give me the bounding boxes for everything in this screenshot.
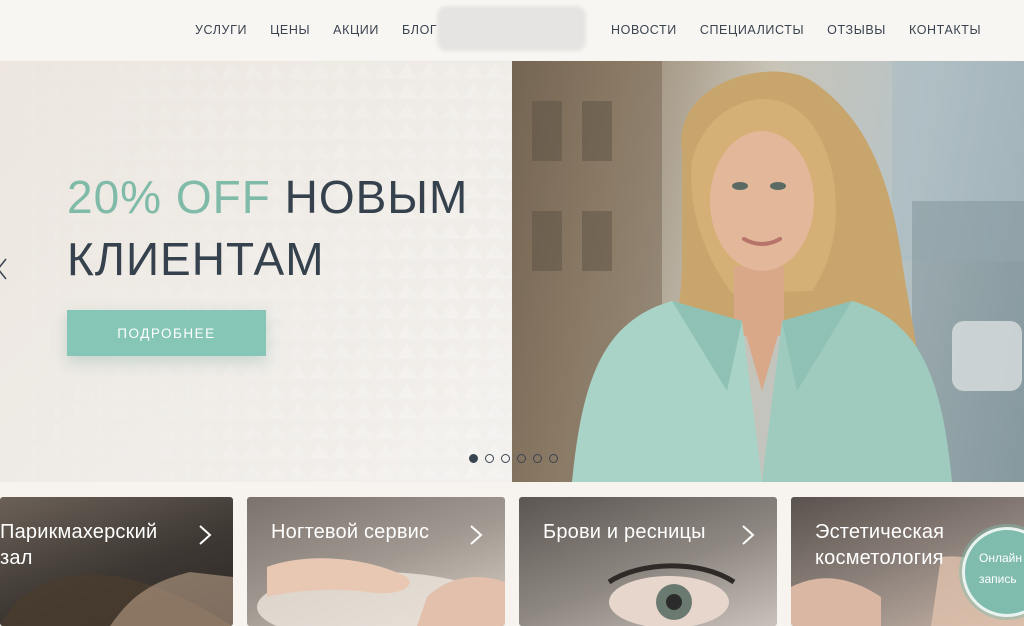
hero-title: 20% OFF НОВЫМ КЛИЕНТАМ (67, 166, 468, 290)
page: УСЛУГИ ЦЕНЫ АКЦИИ БЛОГ НОВОСТИ СПЕЦИАЛИС… (0, 0, 1024, 626)
chevron-right-icon (470, 525, 483, 545)
service-card-title: Брови и ресницы (543, 521, 706, 543)
nav-link-blog[interactable]: БЛОГ (402, 23, 437, 37)
more-details-button[interactable]: ПОДРОБНЕЕ (67, 310, 266, 356)
slider-dot[interactable] (501, 454, 510, 463)
service-card-title: Эстетическая косметология (815, 521, 945, 569)
service-card-nails[interactable]: Ногтевой сервис (247, 497, 505, 626)
online-booking-line2: запись (979, 572, 1017, 586)
service-card-title: Парикмахерский зал (0, 521, 158, 569)
service-card-hair[interactable]: Парикмахерский зал (0, 497, 233, 626)
slider-dot[interactable] (485, 454, 494, 463)
site-header: УСЛУГИ ЦЕНЫ АКЦИИ БЛОГ НОВОСТИ СПЕЦИАЛИС… (0, 0, 1024, 60)
slider-dot[interactable] (533, 454, 542, 463)
model-photo (512, 61, 1024, 482)
service-card-title: Ногтевой сервис (271, 521, 430, 543)
hero-photo (512, 61, 1024, 482)
site-logo[interactable] (437, 6, 586, 51)
chevron-left-icon[interactable] (0, 257, 8, 281)
nav-link-promotions[interactable]: АКЦИИ (333, 23, 379, 37)
slider-dot[interactable] (517, 454, 526, 463)
nav-left: УСЛУГИ ЦЕНЫ АКЦИИ БЛОГ (195, 0, 460, 60)
service-cards: Парикмахерский зал Ногтевой сервис Брови… (0, 497, 1024, 626)
nav-right: НОВОСТИ СПЕЦИАЛИСТЫ ОТЗЫВЫ КОНТАКТЫ (611, 0, 1004, 60)
online-booking-line1: Онлайн (979, 551, 1022, 565)
nails-photo (257, 558, 505, 626)
nav-link-contacts[interactable]: КОНТАКТЫ (909, 23, 981, 37)
slider-dot[interactable] (549, 454, 558, 463)
slider-dots (469, 454, 558, 463)
hero-title-accent: 20% OFF (67, 171, 271, 223)
slider-dot[interactable] (469, 454, 478, 463)
hero-text-panel: 20% OFF НОВЫМ КЛИЕНТАМ ПОДРОБНЕЕ (0, 61, 512, 482)
hero-title-line2: КЛИЕНТАМ (67, 233, 325, 285)
nav-link-prices[interactable]: ЦЕНЫ (270, 23, 310, 37)
hero-slider: 20% OFF НОВЫМ КЛИЕНТАМ ПОДРОБНЕЕ (0, 61, 1024, 482)
eye-photo (607, 563, 736, 626)
nav-link-news[interactable]: НОВОСТИ (611, 23, 677, 37)
service-card-brows[interactable]: Брови и ресницы (519, 497, 777, 626)
chevron-right-icon (742, 525, 755, 545)
hero-title-rest: НОВЫМ (284, 171, 469, 223)
nav-link-specialists[interactable]: СПЕЦИАЛИСТЫ (700, 23, 804, 37)
chevron-right-icon (199, 525, 212, 545)
nav-link-reviews[interactable]: ОТЗЫВЫ (827, 23, 886, 37)
nav-link-services[interactable]: УСЛУГИ (195, 23, 247, 37)
